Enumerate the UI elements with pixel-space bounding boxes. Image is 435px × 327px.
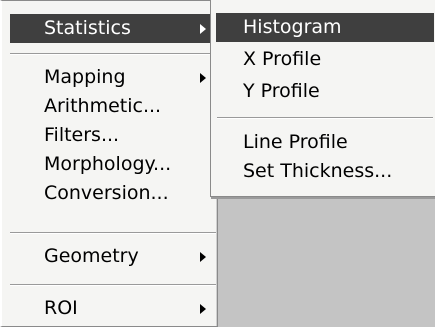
submenu-item-label: X Profile	[243, 48, 322, 70]
menu-item-arithmetic[interactable]: Arithmetic...	[10, 92, 214, 121]
menu-separator	[10, 284, 216, 286]
menu-item-label: Geometry	[44, 245, 139, 267]
submenu-item-y-profile[interactable]: Y Profile	[216, 77, 434, 106]
menu-item-mapping[interactable]: Mapping	[10, 63, 214, 92]
menu-item-label: Statistics	[44, 17, 131, 39]
menu-item-roi[interactable]: ROI	[10, 294, 214, 323]
submenu-item-label: Line Profile	[243, 131, 348, 153]
submenu-item-label: Histogram	[243, 16, 342, 38]
menu-item-statistics[interactable]: Statistics	[10, 14, 214, 43]
menu-item-label: Morphology...	[44, 153, 172, 175]
chevron-right-icon	[200, 251, 206, 262]
menu-item-label: Filters...	[44, 124, 120, 146]
submenu-item-label: Y Profile	[243, 80, 320, 102]
menu-item-label: Conversion...	[44, 182, 169, 204]
statistics-submenu: Histogram X Profile Y Profile Line Profi…	[210, 0, 435, 197]
menu-item-conversion[interactable]: Conversion...	[10, 179, 214, 208]
menu-item-morphology[interactable]: Morphology...	[10, 150, 214, 179]
submenu-item-histogram[interactable]: Histogram	[216, 13, 434, 42]
menu-separator	[10, 232, 216, 234]
submenu-item-label: Set Thickness...	[243, 160, 393, 182]
menu-item-label: ROI	[44, 297, 78, 319]
menu-item-label: Arithmetic...	[44, 95, 162, 117]
submenu-item-set-thickness[interactable]: Set Thickness...	[216, 157, 434, 186]
menu-item-label: Mapping	[44, 66, 126, 88]
submenu-separator	[217, 117, 433, 119]
context-menu: Statistics Mapping Arithmetic... Filters…	[0, 0, 218, 327]
menu-item-filters[interactable]: Filters...	[10, 121, 214, 150]
screen: Statistics Mapping Arithmetic... Filters…	[0, 0, 435, 327]
menu-separator	[10, 53, 216, 55]
chevron-right-icon	[200, 303, 206, 314]
chevron-right-icon	[200, 72, 206, 83]
menu-item-geometry[interactable]: Geometry	[10, 242, 214, 271]
submenu-item-x-profile[interactable]: X Profile	[216, 45, 434, 74]
chevron-right-icon	[200, 23, 206, 34]
submenu-item-line-profile[interactable]: Line Profile	[216, 128, 434, 157]
